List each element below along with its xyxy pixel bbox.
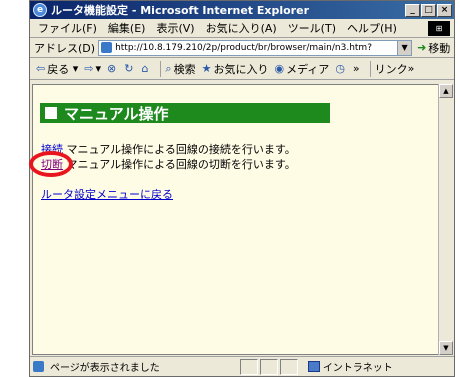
intranet-icon (307, 361, 320, 372)
toolbar-divider (369, 60, 371, 77)
disconnect-description: マニュアル操作による回線の切断を行います。 (66, 158, 296, 171)
menu-tools[interactable]: ツール(T) (288, 20, 336, 36)
disconnect-row: 切断 マニュアル操作による回線の切断を行います。 (41, 156, 296, 172)
forward-button[interactable]: ⇨ ▾ (84, 62, 101, 75)
scroll-down-icon[interactable]: ▼ (439, 341, 453, 355)
status-bar: ページが表示されました イントラネット (30, 356, 454, 376)
history-icon: ◷ (335, 62, 345, 75)
page-content: マニュアル操作 接続 マニュアル操作による回線の接続を行います。 切断 マニュア… (29, 84, 440, 355)
toolbar-overflow-icon[interactable]: » (353, 62, 360, 75)
connect-description: マニュアル操作による回線の接続を行います。 (66, 143, 296, 156)
history-button[interactable]: ◷ (335, 62, 347, 75)
stop-icon: ⊗ (107, 62, 117, 75)
menu-view[interactable]: 表示(V) (156, 20, 194, 36)
menu-favorites[interactable]: お気に入り(A) (206, 20, 277, 36)
media-label: メディア (286, 62, 330, 76)
address-input[interactable]: http://10.8.179.210/2p/product/br/browse… (98, 39, 413, 56)
window-title: ルータ機能設定 - Microsoft Internet Explorer (51, 4, 309, 17)
menu-help[interactable]: ヘルプ(H) (347, 20, 397, 36)
favorites-button[interactable]: ★ お気に入り (202, 61, 269, 77)
search-label: 検索 (173, 62, 196, 76)
menu-bar: ファイル(F) 編集(E) 表示(V) お気に入り(A) ツール(T) ヘルプ(… (30, 19, 454, 38)
links-label: リンク (374, 62, 408, 76)
links-button[interactable]: リンク » (375, 61, 415, 77)
go-label: 移動 (428, 41, 451, 55)
window-controls: _ □ × (405, 3, 452, 17)
media-icon: ◉ (274, 62, 285, 75)
go-button[interactable]: ➜ 移動 (417, 40, 450, 56)
menu-file[interactable]: ファイル(F) (38, 20, 97, 36)
favorites-icon: ★ (201, 62, 212, 75)
connect-row: 接続 マニュアル操作による回線の接続を行います。 (41, 141, 296, 157)
browser-window: e ルータ機能設定 - Microsoft Internet Explorer … (29, 0, 455, 377)
menu-edit[interactable]: 編集(E) (108, 20, 146, 36)
refresh-icon: ↻ (124, 62, 134, 75)
media-button[interactable]: ◉ メディア (274, 61, 329, 77)
ie-logo-icon: e (33, 3, 47, 17)
minimize-button[interactable]: _ (405, 3, 420, 17)
back-dropdown-icon[interactable]: ▾ (69, 62, 79, 75)
address-url[interactable]: http://10.8.179.210/2p/product/br/browse… (115, 43, 397, 53)
close-button[interactable]: × (437, 3, 452, 17)
status-pane (259, 358, 278, 375)
home-icon: ⌂ (141, 62, 149, 75)
status-pane (239, 358, 258, 375)
search-button[interactable]: ⌕ 検索 (165, 61, 195, 77)
status-panes (239, 358, 300, 375)
standard-toolbar: ⇦ 戻る ▾ ⇨ ▾ ⊗ ↻ ⌂ ⌕ 検索 ★ お気に入り ◉ メディア ◷ »… (30, 58, 454, 80)
back-button[interactable]: ⇦ 戻る ▾ (36, 61, 78, 77)
page-icon (101, 42, 113, 53)
heading-square-icon (45, 107, 57, 119)
links-overflow-icon: » (407, 62, 415, 75)
status-pane (279, 358, 298, 375)
search-icon: ⌕ (165, 61, 172, 75)
security-zone: イントラネット (307, 359, 393, 374)
forward-dropdown-icon[interactable]: ▾ (95, 62, 101, 75)
stop-button[interactable]: ⊗ (107, 62, 118, 75)
maximize-button[interactable]: □ (421, 3, 436, 17)
highlight-circle (29, 151, 73, 177)
toolbar-divider (160, 60, 162, 77)
back-label: 戻る (47, 62, 70, 76)
forward-arrow-icon: ⇨ (84, 62, 94, 75)
windows-logo-icon: ⊞ (428, 21, 450, 36)
back-to-router-menu-link[interactable]: ルータ設定メニューに戻る (41, 186, 173, 202)
page-heading: マニュアル操作 (40, 103, 330, 123)
scroll-up-icon[interactable]: ▲ (439, 84, 453, 98)
status-page-icon (33, 361, 44, 372)
zone-label: イントラネット (322, 363, 393, 374)
favorites-label: お気に入り (213, 62, 269, 76)
address-bar: アドレス(D) http://10.8.179.210/2p/product/b… (30, 38, 454, 58)
heading-text: マニュアル操作 (64, 104, 169, 123)
home-button[interactable]: ⌂ (141, 62, 150, 75)
back-arrow-icon: ⇦ (36, 62, 46, 75)
vertical-scrollbar[interactable]: ▲ ▼ (438, 84, 453, 355)
address-dropdown-icon[interactable]: ▼ (397, 40, 412, 55)
title-bar[interactable]: e ルータ機能設定 - Microsoft Internet Explorer … (30, 1, 454, 19)
status-text: ページが表示されました (50, 363, 160, 374)
go-arrow-icon: ➜ (417, 41, 427, 54)
refresh-button[interactable]: ↻ (124, 62, 135, 75)
address-label: アドレス(D) (34, 41, 96, 55)
